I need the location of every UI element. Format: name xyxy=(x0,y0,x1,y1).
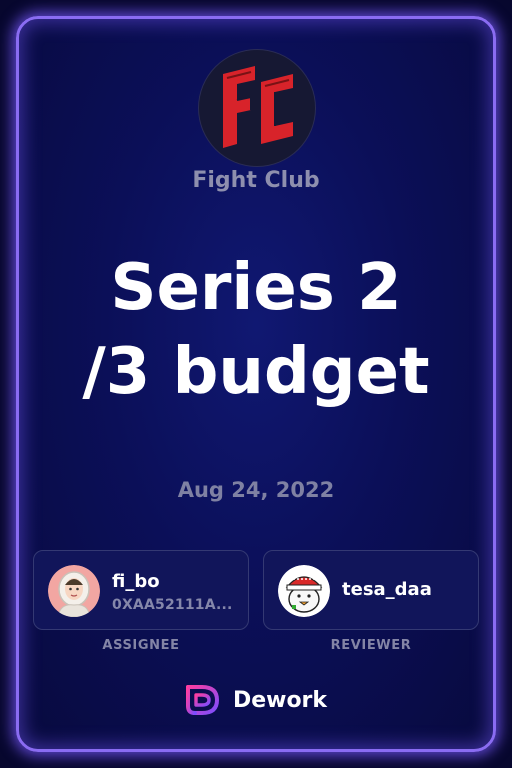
assignee-role-label: ASSIGNEE xyxy=(102,638,180,653)
brand-footer[interactable]: Dework xyxy=(0,684,512,716)
task-title-line-1: Series 2 xyxy=(110,251,402,325)
assignee-username: fi_bo xyxy=(112,571,160,592)
organization-name: Fight Club xyxy=(192,168,320,193)
astronaut-avatar xyxy=(48,565,100,617)
reviewer-avatar[interactable] xyxy=(278,565,330,617)
fight-club-logo-icon xyxy=(223,66,293,148)
brand-name: Dework xyxy=(232,687,328,713)
reviewer-card[interactable]: tesa_daa xyxy=(263,550,479,630)
dework-logo-icon xyxy=(185,685,219,715)
organization-logo xyxy=(199,50,315,166)
reviewer-role-label: REVIEWER xyxy=(330,638,412,653)
assignee-address: 0XAA52111A... xyxy=(112,597,233,613)
assignee-card[interactable]: fi_bo 0XAA52111A... xyxy=(33,550,249,630)
frame: Fight Club Series 2 /3 budget Aug 24, 20… xyxy=(0,0,512,768)
task-title: Series 2 /3 budget xyxy=(0,246,512,414)
task-date: Aug 24, 2022 xyxy=(177,478,335,502)
duck-with-red-hat-avatar xyxy=(278,565,330,617)
task-title-line-2: /3 budget xyxy=(82,335,430,409)
assignee-avatar[interactable] xyxy=(48,565,100,617)
reviewer-username: tesa_daa xyxy=(342,579,432,600)
